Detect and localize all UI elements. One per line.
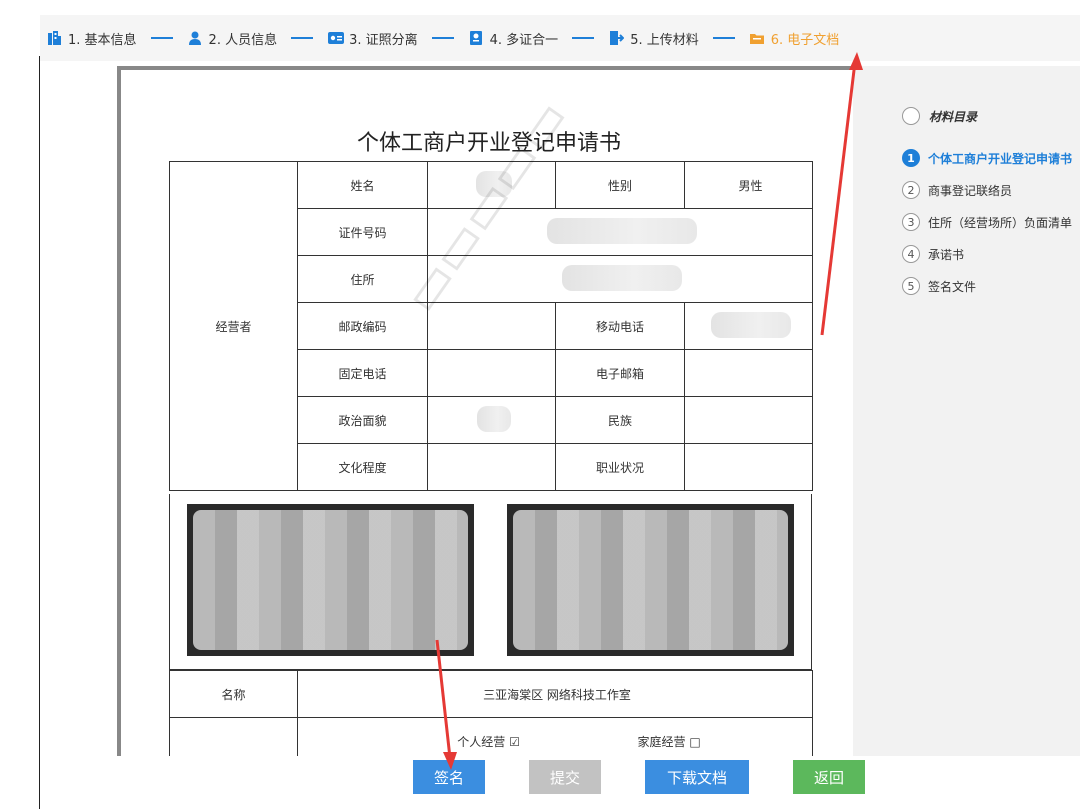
ethnic-value bbox=[684, 396, 813, 444]
certificate-icon bbox=[468, 30, 484, 46]
redacted-value bbox=[547, 217, 697, 244]
phone-value bbox=[427, 349, 556, 397]
business-name-value: 三亚海棠区 网络科技工作室 bbox=[297, 670, 813, 718]
item-label: 住所（经营场所）负面清单 bbox=[928, 215, 1073, 230]
id-card-front-image bbox=[187, 504, 474, 656]
gender-value: 男性 bbox=[684, 161, 813, 209]
item-label: 商事登记联络员 bbox=[928, 183, 1013, 198]
redacted-value bbox=[562, 264, 682, 291]
id-number-label: 证件号码 bbox=[297, 208, 428, 256]
gender-label: 性别 bbox=[555, 161, 685, 209]
id-card-icon bbox=[327, 30, 345, 46]
ethnic-label: 民族 bbox=[555, 396, 685, 444]
operation-type-options: 个人经营 ☑ 家庭经营 □ bbox=[297, 717, 813, 756]
redacted-value bbox=[710, 311, 791, 338]
political-label: 政治面貌 bbox=[297, 396, 428, 444]
name-label: 姓名 bbox=[297, 161, 428, 209]
email-value bbox=[684, 349, 813, 397]
left-border bbox=[39, 56, 40, 809]
item-label: 个体工商户开业登记申请书 bbox=[928, 151, 1073, 166]
step-upload-materials[interactable]: 5. 上传材料 bbox=[608, 29, 699, 48]
item-number: 4 bbox=[902, 245, 920, 263]
id-card-images bbox=[169, 494, 812, 670]
materials-sidebar: 材料目录 1 个体工商户开业登记申请书 2 商事登记联络员 3 住所（经营场所）… bbox=[853, 66, 1080, 756]
download-document-button[interactable]: 下载文档 bbox=[645, 760, 749, 794]
step-separator bbox=[712, 37, 735, 39]
material-item-negative-list[interactable]: 3 住所（经营场所）负面清单 bbox=[902, 206, 1072, 238]
step-electronic-documents[interactable]: 6. 电子文档 bbox=[749, 29, 840, 48]
person-icon bbox=[187, 30, 203, 46]
postal-label: 邮政编码 bbox=[297, 302, 428, 350]
business-name-label: 名称 bbox=[169, 670, 298, 718]
operation-type-label bbox=[169, 717, 298, 756]
phone-label: 固定电话 bbox=[297, 349, 428, 397]
step-separator bbox=[150, 37, 173, 39]
step-label: 6. 电子文档 bbox=[770, 32, 840, 48]
step-label: 3. 证照分离 bbox=[349, 32, 418, 48]
clipboard-icon bbox=[902, 107, 920, 125]
step-separator bbox=[431, 37, 454, 39]
item-number: 2 bbox=[902, 181, 920, 199]
building-icon bbox=[46, 30, 62, 46]
item-number: 5 bbox=[902, 277, 920, 295]
step-separator bbox=[291, 37, 314, 39]
political-value bbox=[427, 396, 556, 444]
mobile-value bbox=[684, 302, 813, 350]
material-item-commitment[interactable]: 4 承诺书 bbox=[902, 238, 1072, 270]
address-label: 住所 bbox=[297, 255, 428, 303]
document-title: 个体工商户开业登记申请书 bbox=[356, 131, 621, 156]
step-basic-info[interactable]: 1. 基本信息 bbox=[46, 29, 137, 48]
occupation-value bbox=[684, 443, 813, 491]
redacted-value bbox=[476, 405, 511, 432]
materials-list: 1 个体工商户开业登记申请书 2 商事登记联络员 3 住所（经营场所）负面清单 … bbox=[902, 142, 1072, 302]
back-button[interactable]: 返回 bbox=[793, 760, 865, 794]
document-preview[interactable]: 个体工商户开业登记申请书 经营者 姓名 性别 男性 证件号码 住所 邮政编码 移… bbox=[117, 66, 853, 756]
step-label: 1. 基本信息 bbox=[68, 32, 137, 48]
family-operation-option: 家庭经营 □ bbox=[637, 734, 701, 749]
mobile-label: 移动电话 bbox=[555, 302, 685, 350]
material-item-signature[interactable]: 5 签名文件 bbox=[902, 270, 1072, 302]
step-separator bbox=[572, 37, 595, 39]
id-card-back-image bbox=[507, 504, 794, 656]
step-label: 5. 上传材料 bbox=[630, 32, 699, 48]
item-label: 承诺书 bbox=[928, 247, 965, 262]
application-form-table: 经营者 姓名 性别 男性 证件号码 住所 邮政编码 移动电话 固定电话 电子邮箱 bbox=[169, 161, 813, 491]
redacted-value bbox=[475, 170, 512, 197]
item-number: 1 bbox=[902, 149, 920, 167]
action-bar: 签名 提交 下载文档 返回 bbox=[0, 760, 1080, 796]
sign-button[interactable]: 签名 bbox=[413, 760, 485, 794]
step-multi-certificate[interactable]: 4. 多证合一 bbox=[468, 29, 559, 48]
submit-button[interactable]: 提交 bbox=[529, 760, 601, 794]
material-item-liaison[interactable]: 2 商事登记联络员 bbox=[902, 174, 1072, 206]
item-number: 3 bbox=[902, 213, 920, 231]
education-value bbox=[427, 443, 556, 491]
step-license-separation[interactable]: 3. 证照分离 bbox=[327, 29, 418, 48]
item-label: 签名文件 bbox=[928, 279, 977, 294]
personal-operation-option: 个人经营 ☑ bbox=[457, 734, 520, 749]
occupation-label: 职业状况 bbox=[555, 443, 685, 491]
material-item-application[interactable]: 1 个体工商户开业登记申请书 bbox=[902, 142, 1072, 174]
id-number-value bbox=[427, 208, 813, 256]
operator-section-label: 经营者 bbox=[169, 161, 298, 491]
step-label: 4. 多证合一 bbox=[489, 32, 559, 48]
step-navigation: 1. 基本信息 2. 人员信息 3. 证照分离 4. 多证合一 5. 上传材料 … bbox=[40, 15, 1080, 61]
step-personnel-info[interactable]: 2. 人员信息 bbox=[187, 29, 278, 48]
email-label: 电子邮箱 bbox=[555, 349, 685, 397]
business-info-table: 名称 三亚海棠区 网络科技工作室 个人经营 ☑ 家庭经营 □ bbox=[169, 670, 813, 756]
materials-heading: 材料目录 bbox=[929, 110, 978, 124]
postal-value bbox=[427, 302, 556, 350]
folder-icon bbox=[749, 30, 765, 46]
address-value bbox=[427, 255, 813, 303]
step-label: 2. 人员信息 bbox=[208, 32, 278, 48]
upload-icon bbox=[608, 30, 625, 46]
name-value bbox=[427, 161, 556, 209]
education-label: 文化程度 bbox=[297, 443, 428, 491]
